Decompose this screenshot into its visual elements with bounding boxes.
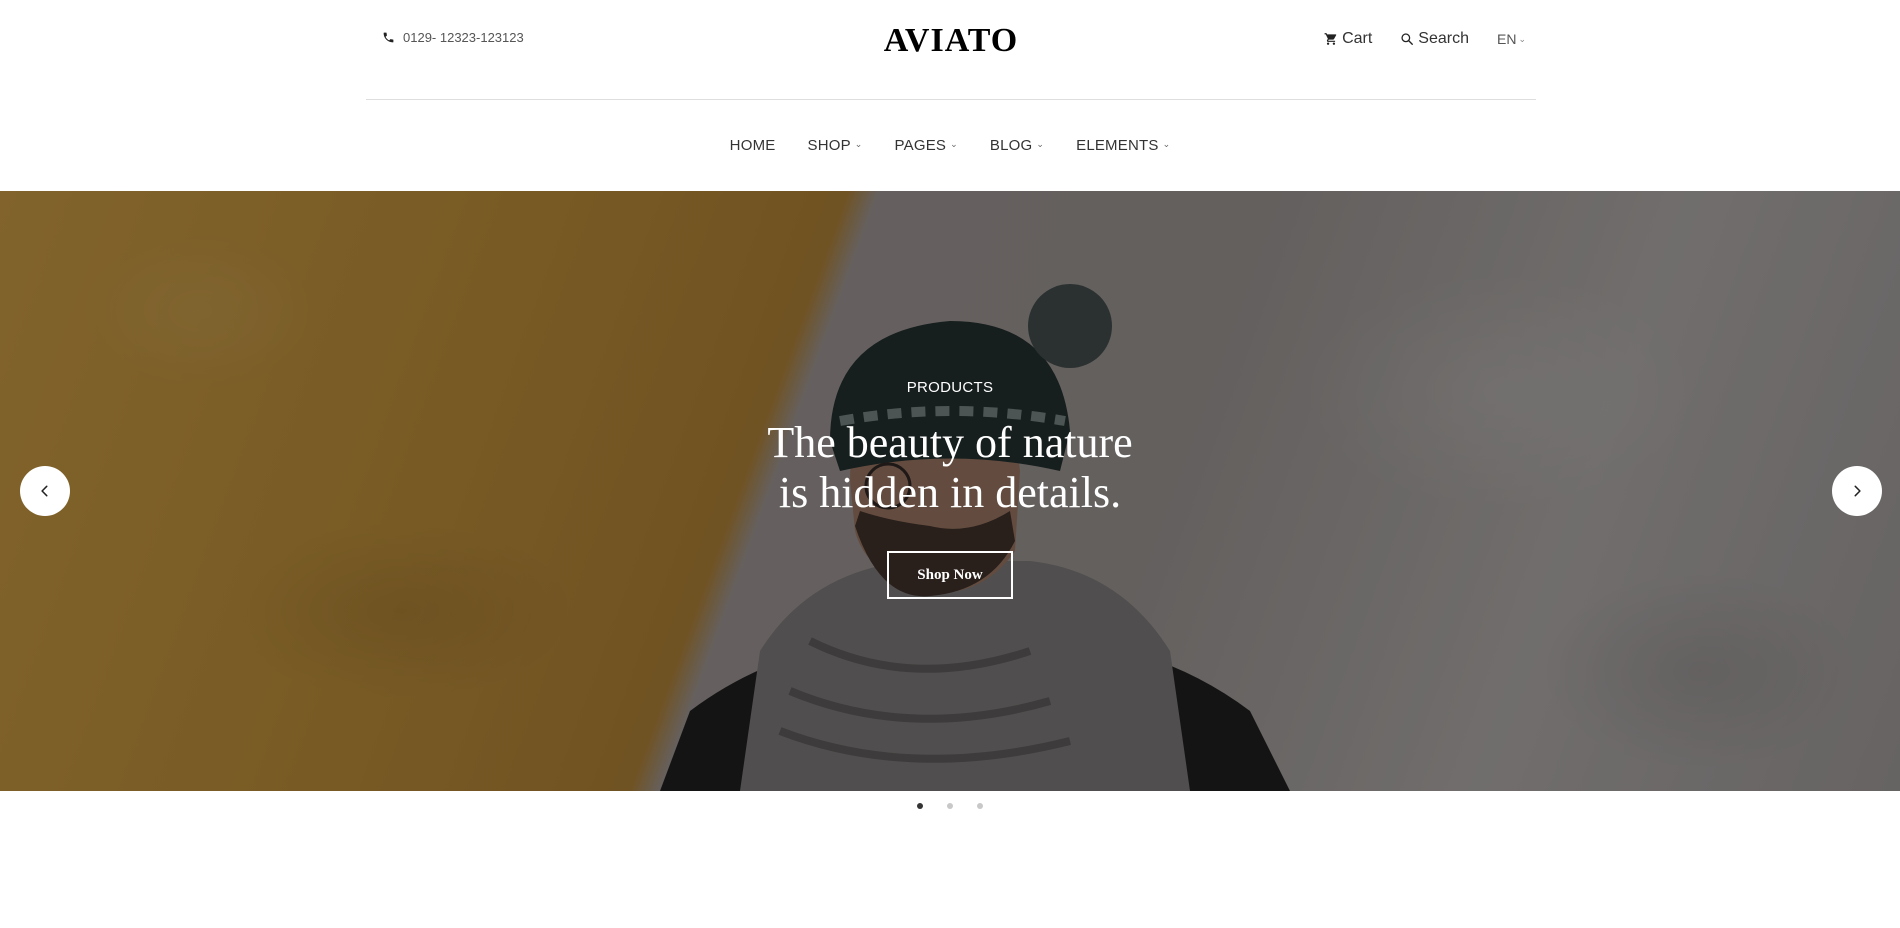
language-label: EN (1497, 31, 1517, 47)
hero-slider: PRODUCTS The beauty of nature is hidden … (0, 191, 1900, 791)
cart-icon (1324, 33, 1337, 45)
chevron-down-icon: ⌄ (1162, 139, 1171, 149)
search-icon (1401, 33, 1414, 45)
nav-elements[interactable]: ELEMENTS ⌄ (1076, 137, 1170, 154)
chevron-down-icon: ⌄ (854, 139, 863, 149)
chevron-right-icon (1854, 485, 1861, 497)
top-header: 0129- 12323-123123 AVIATO Cart Search EN… (366, 0, 1536, 100)
nav-shop[interactable]: SHOP ⌄ (807, 137, 862, 154)
cart-label: Cart (1342, 30, 1373, 47)
nav-blog[interactable]: BLOG ⌄ (990, 137, 1044, 154)
hero-kicker: PRODUCTS (906, 379, 994, 396)
nav-pages[interactable]: PAGES ⌄ (895, 137, 958, 154)
shop-now-button[interactable]: Shop Now (887, 551, 1013, 599)
logo-text[interactable]: AVIATO (884, 22, 1019, 60)
search-label: Search (1418, 30, 1469, 47)
slider-next-button[interactable] (1832, 466, 1882, 516)
hero-title: The beauty of nature is hidden in detail… (0, 418, 1900, 518)
chevron-down-icon: ⌄ (950, 139, 958, 149)
slider-dot-2[interactable] (947, 803, 953, 809)
slider-prev-button[interactable] (20, 466, 70, 516)
nav-shop-label: SHOP (807, 137, 851, 154)
chevron-left-icon (41, 485, 48, 497)
chevron-down-icon: ⌄ (1036, 139, 1045, 149)
language-selector[interactable]: EN ⌄ (1497, 31, 1526, 47)
cart-button[interactable]: Cart (1324, 30, 1372, 48)
main-nav: HOME SHOP ⌄ PAGES ⌄ BLOG ⌄ ELEMENTS ⌄ (0, 100, 1900, 191)
hero-title-line-1: The beauty of nature (767, 418, 1133, 467)
slider-dot-3[interactable] (977, 803, 983, 809)
nav-blog-label: BLOG (989, 137, 1033, 154)
hero-title-line-2: is hidden in details. (778, 468, 1122, 517)
slider-pagination (0, 803, 1900, 809)
nav-elements-label: ELEMENTS (1076, 137, 1159, 154)
chevron-down-icon: ⌄ (1518, 33, 1526, 44)
search-button[interactable]: Search (1400, 30, 1469, 48)
slider-dot-1[interactable] (917, 803, 923, 809)
header-actions: Cart Search EN ⌄ (1324, 30, 1526, 48)
hero-content: PRODUCTS The beauty of nature is hidden … (0, 379, 1900, 599)
nav-home[interactable]: HOME (730, 137, 776, 154)
nav-home-label: HOME (729, 137, 776, 154)
nav-pages-label: PAGES (894, 137, 947, 154)
